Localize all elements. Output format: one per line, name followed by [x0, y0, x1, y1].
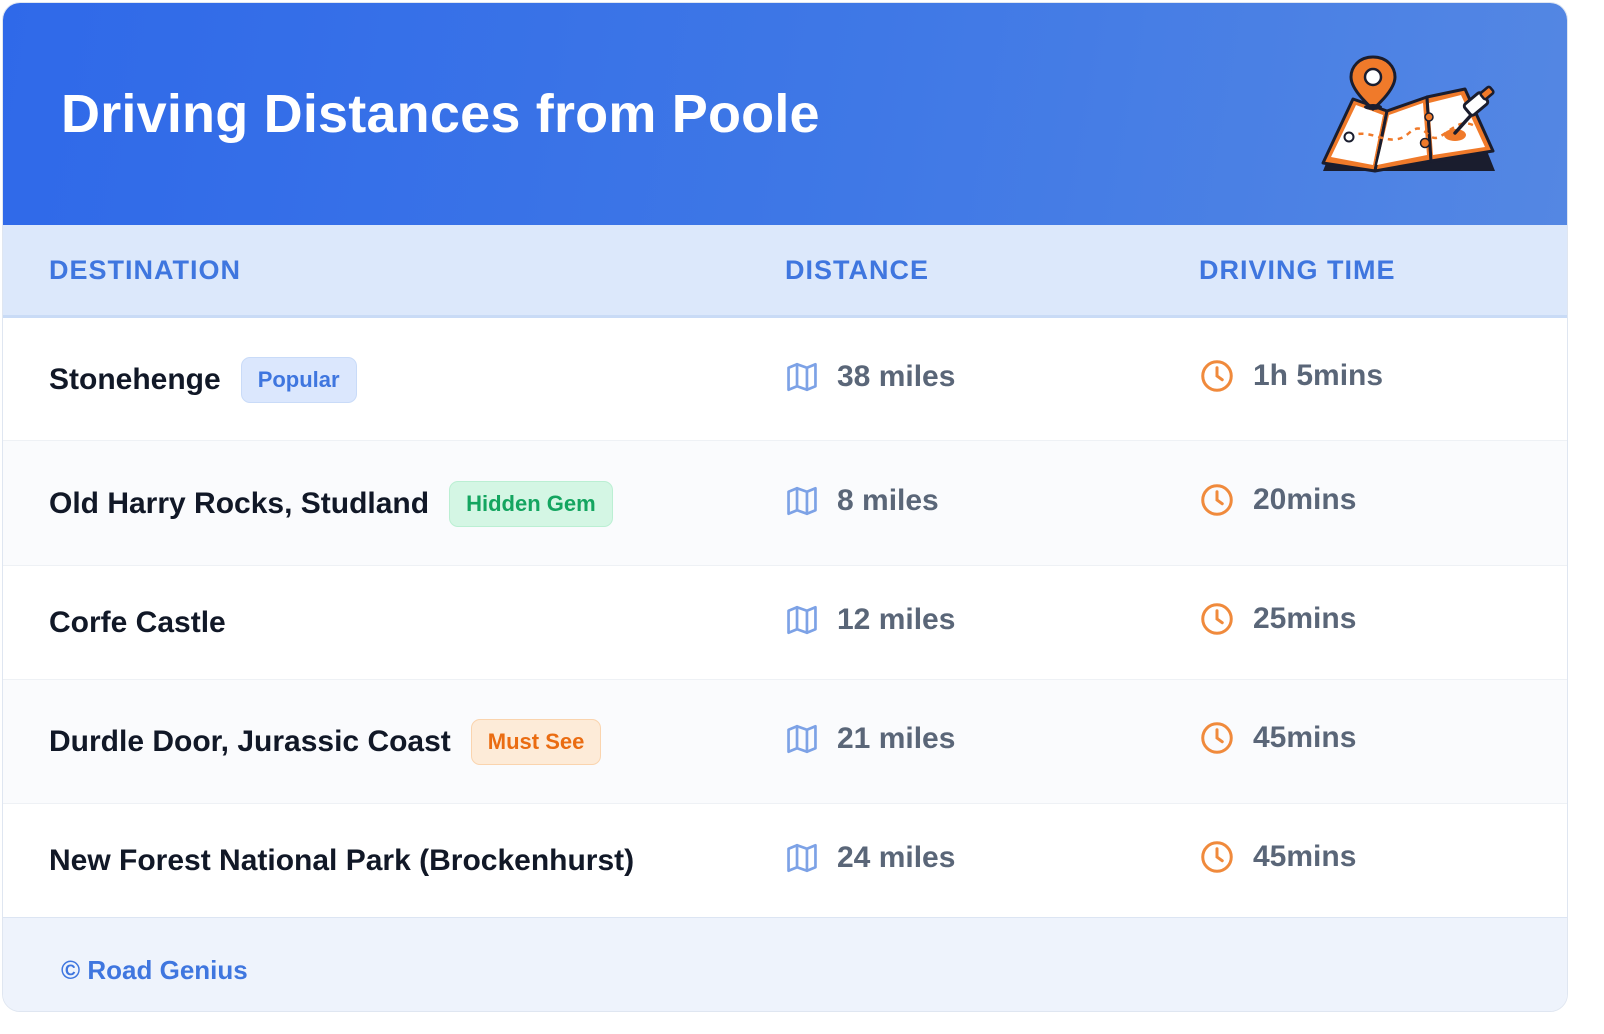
time-cell: 45mins — [1199, 839, 1356, 875]
distance-value: 38 miles — [837, 360, 956, 393]
destination-name: Corfe Castle — [49, 606, 226, 639]
distance-cell: 24 miles — [785, 841, 955, 875]
map-icon — [785, 603, 819, 637]
clock-icon — [1199, 358, 1235, 394]
time-cell: 20mins — [1199, 482, 1356, 518]
footer-credit: © Road Genius — [61, 955, 248, 985]
distance-value: 8 miles — [837, 484, 939, 517]
table-row: Corfe Castle 12 miles 25mins — [3, 566, 1567, 680]
time-value: 20mins — [1253, 483, 1357, 516]
table-row: Durdle Door, Jurassic Coast Must See 21 mi… — [3, 680, 1567, 804]
table-body: Stonehenge Popular 38 miles 1h 5mins Old Har… — [3, 318, 1567, 918]
time-value: 25mins — [1253, 602, 1357, 635]
column-header-distance: DISTANCE — [785, 255, 930, 285]
clock-icon — [1199, 601, 1235, 637]
table-row: Old Harry Rocks, Studland Hidden Gem 8 mil… — [3, 441, 1567, 566]
distance-value: 24 miles — [837, 841, 956, 874]
time-cell: 1h 5mins — [1199, 358, 1383, 394]
destination-name: Old Harry Rocks, Studland — [49, 487, 430, 520]
clock-icon — [1199, 720, 1235, 756]
clock-icon — [1199, 839, 1235, 875]
destination-name: Durdle Door, Jurassic Coast — [49, 725, 451, 758]
distance-value: 12 miles — [837, 603, 956, 636]
table-row: Stonehenge Popular 38 miles 1h 5mins — [3, 318, 1567, 441]
distance-value: 21 miles — [837, 722, 956, 755]
time-value: 45mins — [1253, 721, 1357, 754]
card-footer: © Road Genius — [3, 917, 1567, 1011]
page-title: Driving Distances from Poole — [61, 84, 820, 144]
time-cell: 45mins — [1199, 720, 1356, 756]
badge-popular: Popular — [240, 357, 357, 403]
time-value: 45mins — [1253, 840, 1357, 873]
destination-cell: Durdle Door, Jurassic Coast Must See — [49, 718, 602, 766]
map-pin-illustration-icon — [1321, 55, 1495, 173]
distance-cell: 8 miles — [785, 484, 939, 518]
destination-cell: New Forest National Park (Brockenhurst) — [49, 837, 634, 885]
destination-cell: Stonehenge Popular — [49, 356, 357, 404]
map-icon — [785, 722, 819, 756]
card-header: Driving Distances from Poole — [3, 3, 1567, 225]
distance-card: Driving Distances from Poole DESTINATION… — [2, 2, 1568, 1012]
time-cell: 25mins — [1199, 601, 1356, 637]
destination-name: Stonehenge — [49, 363, 221, 396]
distance-cell: 38 miles — [785, 360, 955, 394]
destination-cell: Old Harry Rocks, Studland Hidden Gem — [49, 480, 613, 528]
clock-icon — [1199, 482, 1235, 518]
destination-name: New Forest National Park (Brockenhurst) — [49, 844, 635, 877]
time-value: 1h 5mins — [1253, 359, 1384, 392]
distance-cell: 12 miles — [785, 603, 955, 637]
map-icon — [785, 360, 819, 394]
column-header-driving-time: DRIVING TIME — [1199, 255, 1396, 285]
table-header: DESTINATION DISTANCE DRIVING TIME — [3, 225, 1567, 318]
table-row: New Forest National Park (Brockenhurst) 2… — [3, 804, 1567, 918]
map-icon — [785, 841, 819, 875]
map-icon — [785, 484, 819, 518]
column-header-destination: DESTINATION — [49, 255, 241, 285]
badge-hidden-gem: Hidden Gem — [449, 481, 613, 527]
distance-cell: 21 miles — [785, 722, 955, 756]
badge-must-see: Must See — [470, 719, 602, 765]
destination-cell: Corfe Castle — [49, 599, 226, 647]
